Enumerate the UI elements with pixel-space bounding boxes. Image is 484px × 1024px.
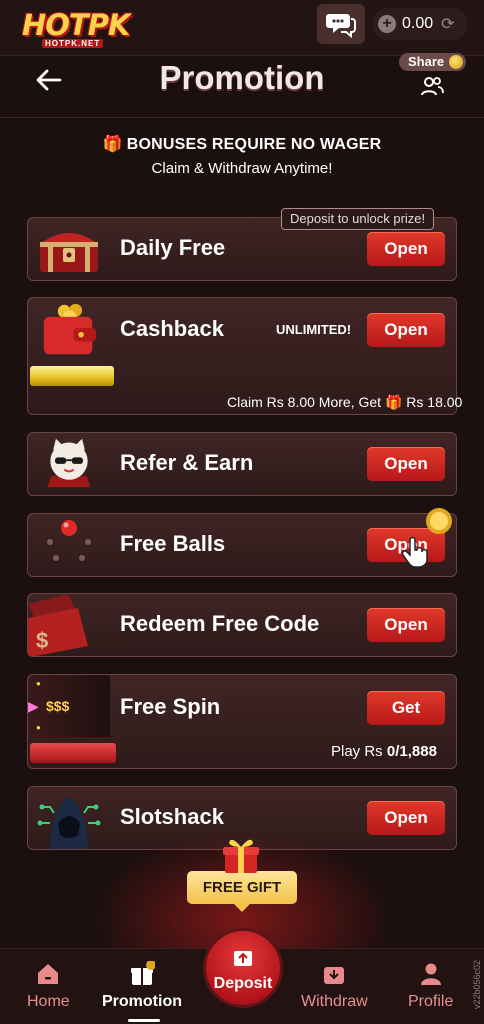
- header-divider: [0, 117, 484, 118]
- nav-withdraw-label: Withdraw: [301, 993, 368, 1010]
- promo-card-refer-earn[interactable]: Refer & Earn Open: [27, 432, 457, 496]
- deposit-button[interactable]: Deposit: [203, 928, 283, 1008]
- nav-home[interactable]: Home: [27, 961, 70, 1011]
- gift-icon: 🎁: [102, 136, 123, 153]
- nav-profile[interactable]: Profile: [408, 961, 453, 1011]
- promo-title: Refer & Earn: [120, 450, 254, 475]
- promo-title: Daily Free: [120, 235, 226, 260]
- promo-title: Slotshack: [120, 804, 224, 829]
- open-button[interactable]: Open: [367, 447, 445, 481]
- gift-icon: [131, 961, 155, 985]
- share-label: Share: [408, 54, 445, 69]
- add-funds-icon[interactable]: +: [378, 15, 396, 33]
- nav-promotion[interactable]: Promotion: [102, 961, 182, 1011]
- logo-text: HOTPK: [22, 8, 130, 42]
- open-button[interactable]: Open: [367, 232, 445, 266]
- promo-card-free-balls[interactable]: Free Balls Open: [27, 508, 457, 577]
- slot-machine-icon: ▶ $$$ ● ●: [28, 675, 110, 737]
- chat-icon: [326, 14, 356, 38]
- profile-icon: [420, 963, 441, 985]
- nav-promotion-label: Promotion: [102, 993, 182, 1010]
- lucky-cat-icon: [47, 438, 91, 488]
- nav-withdraw[interactable]: Withdraw: [301, 961, 368, 1011]
- gift-icon: 🎁: [384, 394, 403, 410]
- ticket-icon: $: [28, 594, 88, 656]
- open-button[interactable]: Open: [367, 608, 445, 642]
- spin-progress-bar: [30, 743, 116, 763]
- get-button[interactable]: Get: [367, 691, 445, 725]
- cashback-footer-text: Claim Rs 8.00 More, Get: [227, 394, 382, 410]
- treasure-chest-icon: [40, 233, 98, 272]
- nav-home-label: Home: [27, 993, 70, 1010]
- logo-subtext: HOTPK.NET: [42, 39, 104, 48]
- gift-box-icon[interactable]: [220, 835, 262, 875]
- promo-card-redeem-code[interactable]: $ Redeem Free Code Open: [27, 593, 457, 657]
- balance-pill[interactable]: + 0.00 ⟳: [372, 8, 468, 40]
- home-indicator: [128, 1019, 160, 1022]
- chat-button[interactable]: [317, 4, 365, 44]
- hand-pointer-icon: [401, 536, 428, 568]
- unlock-tooltip: Deposit to unlock prize!: [281, 208, 435, 230]
- home-icon: [38, 964, 59, 984]
- share-badge[interactable]: Share: [399, 53, 467, 71]
- bonus-notice: 🎁 BONUSES REQUIRE NO WAGER Claim & Withdr…: [0, 134, 484, 177]
- wallet-icon: [43, 303, 97, 355]
- spin-footer-value: 0/1,888: [386, 743, 437, 760]
- balance-amount: 0.00: [402, 15, 434, 32]
- promo-title: Redeem Free Code: [120, 611, 320, 636]
- notice-title-text: BONUSES REQUIRE NO WAGER: [126, 136, 382, 153]
- coin-icon: [426, 508, 452, 534]
- notice-subtitle: Claim & Withdraw Anytime!: [151, 160, 333, 177]
- promo-title: Cashback: [120, 316, 224, 341]
- pointer-icon: ▶: [28, 698, 39, 714]
- sparkle-icon: ●: [36, 723, 41, 732]
- cashback-reward: Rs 18.00: [406, 394, 463, 410]
- app-logo[interactable]: HOTPK HOTPK.NET: [22, 6, 130, 50]
- refresh-icon[interactable]: ⟳: [441, 14, 454, 34]
- cashback-footer: Claim Rs 8.00 More, Get 🎁 Rs 18.00: [227, 394, 462, 411]
- withdraw-wallet-icon: [324, 967, 345, 984]
- top-bar: HOTPK HOTPK.NET + 0.00 ⟳: [0, 0, 484, 56]
- sparkle-icon: ●: [36, 679, 41, 688]
- pachinko-balls-icon: [47, 520, 91, 561]
- spin-footer: Play Rs 0/1,888: [331, 743, 437, 760]
- page-header: Promotion Share: [0, 53, 484, 107]
- spin-footer-label: Play Rs: [331, 743, 383, 760]
- deposit-label: Deposit: [213, 975, 273, 992]
- svg-text:$: $: [36, 628, 48, 653]
- promo-title: Free Balls: [120, 531, 226, 556]
- promo-title: Free Spin: [120, 694, 221, 719]
- unlimited-badge: UNLIMITED!: [276, 322, 352, 337]
- invite-users-icon[interactable]: [420, 74, 444, 98]
- deposit-icon: [234, 951, 252, 966]
- open-button[interactable]: Open: [367, 313, 445, 347]
- cashback-progress-bar: [30, 366, 114, 386]
- nav-profile-label: Profile: [408, 993, 454, 1010]
- version-label: v22b056c02: [472, 960, 482, 1010]
- coin-icon: [449, 55, 464, 69]
- slot-label: $$$: [46, 698, 70, 714]
- notice-title: 🎁 BONUSES REQUIRE NO WAGER: [0, 134, 484, 154]
- free-gift-button[interactable]: FREE GIFT: [187, 871, 297, 912]
